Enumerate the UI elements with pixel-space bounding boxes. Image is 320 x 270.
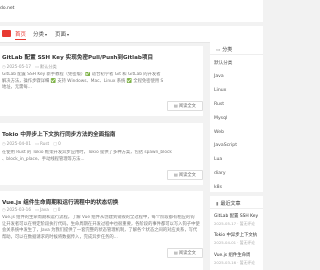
- category-link[interactable]: Java: [214, 74, 224, 79]
- read-more-button[interactable]: ▤阅读全文: [167, 101, 203, 111]
- latest-heading: ▮ 最近文章: [210, 200, 263, 209]
- category-link[interactable]: Linux: [214, 88, 226, 93]
- excerpt-line: 会关系统中发生了，Java 为我们提供了一套完整的状态管理机制，了解各个状态之间…: [2, 228, 198, 234]
- comment-icon: ▢: [52, 207, 57, 212]
- latest-post-date: 2025-03-16: [214, 260, 237, 265]
- book-icon: ▤: [174, 103, 178, 108]
- category-link[interactable]: Rust: [214, 102, 224, 107]
- comment-count[interactable]: 0: [58, 207, 61, 212]
- category-link[interactable]: diary: [214, 171, 226, 176]
- nav-pages[interactable]: 页面▾: [55, 30, 69, 38]
- nav-home[interactable]: 首页: [15, 30, 27, 40]
- latest-post-date: 2025-05-17: [214, 221, 237, 226]
- post-card: GitLab 配置 SSH Key 实现免密Pull/Push到Gitlab项目…: [0, 46, 203, 116]
- post-date: 2025-03-16: [6, 207, 31, 212]
- category-link[interactable]: Web: [214, 130, 224, 135]
- excerpt-line: Vue.js 组件的生命周期和运行流程，了解 Vue 组件从创建到销毁的全过程中…: [2, 215, 195, 220]
- post-title[interactable]: GitLab 配置 SSH Key 实现免密Pull/Push到Gitlab项目: [2, 53, 153, 61]
- post-title[interactable]: Tokio 中异步上下文执行同步方法的全面指南: [2, 130, 115, 138]
- post-category[interactable]: 默认分类: [40, 64, 57, 69]
- folder-icon: ▭: [35, 141, 39, 146]
- folder-icon: ▭: [216, 48, 221, 53]
- post-card: Tokio 中异步上下文执行同步方法的全面指南 ◷2025-04-01 ▭Rust…: [0, 123, 203, 185]
- post-excerpt: 在使用 Rust 的 Tokio 框架开发异步应用时，Tokio 提供了多种方案…: [2, 150, 200, 164]
- latest-post-link[interactable]: Tokio 中异步上下文执: [214, 232, 257, 238]
- main-nav: 首页 分类▾ 页面▾: [0, 26, 263, 43]
- category-heading: ▭ 分类: [210, 46, 263, 55]
- logo-icon[interactable]: [2, 30, 11, 39]
- latest-post-link[interactable]: GitLab 配置 SSH Key: [214, 213, 258, 219]
- category-link[interactable]: JavaScript: [214, 143, 237, 148]
- comment-count[interactable]: 0: [58, 141, 61, 146]
- clock-icon: ◷: [2, 64, 6, 69]
- excerpt-line: 地址，无需每...: [2, 85, 32, 91]
- clock-icon: ◷: [2, 207, 6, 212]
- read-more-label: 阅读全文: [178, 251, 196, 256]
- excerpt-line: 帮助，可以在数据请求的时候将数据传入，完成异步任务的...: [2, 234, 118, 240]
- chevron-down-icon: ▾: [45, 32, 48, 37]
- post-meta: ◷2025-03-16 ▭Java ▢0: [2, 207, 60, 212]
- nav-category-label: 分类: [33, 32, 45, 38]
- latest-heading-label: 最近文章: [220, 201, 241, 207]
- latest-post-comment: 暂无评论: [239, 240, 255, 245]
- book-icon: ▤: [174, 172, 178, 177]
- post-date: 2025-05-17: [6, 64, 31, 69]
- post-category[interactable]: Rust: [40, 141, 49, 146]
- post-excerpt: Vue.js 组件的生命周期和运行流程，了解 Vue 组件从创建到销毁的全过程中…: [2, 215, 200, 242]
- category-link[interactable]: Mysql: [214, 116, 227, 121]
- post-date: 2025-04-01: [6, 141, 31, 146]
- excerpt-line: 在使用 Rust 的 Tokio 框架开发异步应用时，Tokio 提供了多种方案…: [2, 150, 172, 155]
- read-more-label: 阅读全文: [178, 173, 196, 178]
- post-category[interactable]: Java: [40, 207, 49, 212]
- read-more-button[interactable]: ▤阅读全文: [167, 248, 203, 258]
- latest-post-meta: 2025-03-16 · 暂无评论: [214, 260, 255, 265]
- category-link[interactable]: Lua: [214, 157, 222, 162]
- folder-icon: ▭: [35, 207, 39, 212]
- latest-posts-widget: ▮ 最近文章 GitLab 配置 SSH Key 2025-05-17 · 暂无评…: [210, 196, 263, 270]
- post-title[interactable]: Vue.js 组件生命周期和运行流程中的状态切换: [2, 198, 118, 206]
- clock-icon: ◷: [2, 141, 6, 146]
- nav-category[interactable]: 分类▾: [33, 30, 47, 38]
- category-widget: ▭ 分类 默认分类 Java Linux Rust Mysql Web JavaS…: [210, 42, 263, 192]
- latest-post-meta: 2025-05-17 · 暂无评论: [214, 221, 255, 226]
- post-meta: ◷2025-05-17 ▭默认分类: [2, 64, 57, 70]
- pin-icon: ▮: [216, 202, 219, 207]
- post-card: Vue.js 组件生命周期和运行流程中的状态切换 ◷2025-03-16 ▭Jav…: [0, 191, 203, 270]
- read-more-label: 阅读全文: [178, 104, 196, 109]
- excerpt-line: 、block_in_place、手动线程管理等方法...: [2, 156, 85, 162]
- nav-pages-label: 页面: [55, 32, 67, 38]
- excerpt-line: GitLab 配置 SSH Key 新手教程（免密版）✅ 适合初学者 Git 和…: [2, 72, 161, 77]
- latest-post-date: 2025-04-01: [214, 240, 237, 245]
- chevron-down-icon: ▾: [67, 32, 70, 37]
- latest-post-comment: 暂无评论: [239, 260, 255, 265]
- top-bar: do.net: [0, 0, 263, 22]
- post-meta: ◷2025-04-01 ▭Rust ▢0: [2, 141, 61, 146]
- latest-post-meta: 2025-04-01 · 暂无评论: [214, 240, 255, 245]
- category-link[interactable]: k8s: [214, 185, 222, 190]
- category-heading-label: 分类: [222, 47, 233, 53]
- folder-icon: ▭: [35, 64, 39, 69]
- comment-icon: ▢: [53, 141, 58, 146]
- read-more-button[interactable]: ▤阅读全文: [167, 170, 203, 180]
- post-excerpt: GitLab 配置 SSH Key 新手教程（免密版）✅ 适合初学者 Git 和…: [2, 72, 200, 93]
- site-title[interactable]: do.net: [0, 6, 14, 11]
- latest-post-link[interactable]: Vue.js 组件生命周: [214, 252, 250, 258]
- book-icon: ▤: [174, 250, 178, 255]
- category-link[interactable]: 默认分类: [214, 60, 232, 66]
- latest-post-comment: 暂无评论: [239, 221, 255, 226]
